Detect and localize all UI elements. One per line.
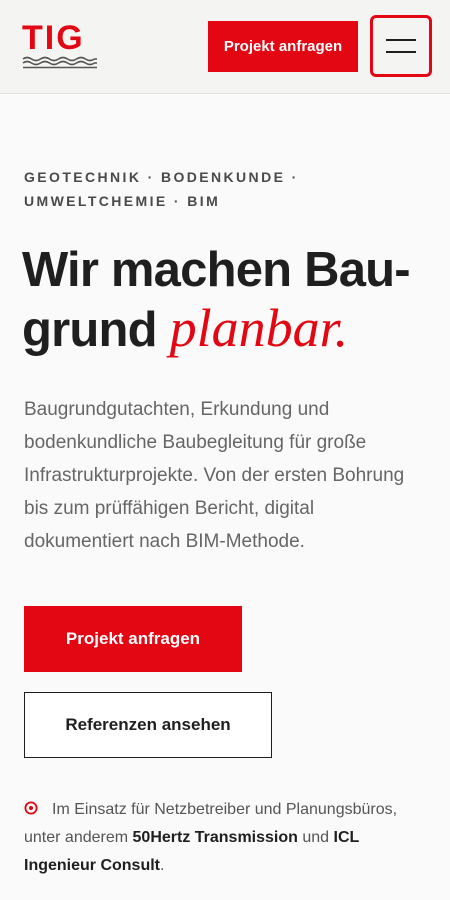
headline-accent: planbar.	[169, 298, 349, 358]
headline-line-1: Wir machen Bau-	[22, 243, 411, 297]
logo-waves-icon	[22, 56, 97, 69]
hero-lead-text: Baugrundgutachten, Erkundung und bodenku…	[24, 399, 405, 552]
target-icon	[24, 801, 38, 815]
eyebrow-line-1: GEOTECHNIK · BODENKUNDE ·	[24, 169, 299, 185]
site-header: TIG Projekt anfragen	[0, 0, 450, 94]
tig-logo[interactable]: TIG	[22, 20, 98, 70]
trust-note: Im Einsatz für Netzbetreiber und Planung…	[24, 796, 424, 880]
hero-section: GEOTECHNIK · BODENKUNDE · UMWELTCHEMIE ·…	[0, 95, 450, 900]
client-50hertz: 50Hertz Transmission	[132, 829, 298, 846]
primary-project-request-button[interactable]: Projekt anfragen	[24, 606, 242, 672]
references-button[interactable]: Referenzen ansehen	[24, 692, 272, 758]
header-project-request-button[interactable]: Projekt anfragen	[208, 21, 358, 72]
trust-text-after: .	[160, 857, 165, 874]
hero-headline: Wir machen Bau- grund planbar.	[22, 241, 432, 359]
headline-line-2: grund	[22, 303, 170, 357]
trust-text-middle: und	[297, 829, 334, 846]
menu-button[interactable]	[370, 15, 432, 77]
logo-wordmark: TIG	[22, 19, 85, 57]
hero-eyebrow: GEOTECHNIK · BODENKUNDE · UMWELTCHEMIE ·…	[24, 165, 424, 213]
hamburger-icon	[386, 39, 416, 53]
eyebrow-line-2: UMWELTCHEMIE · BIM	[24, 193, 221, 209]
